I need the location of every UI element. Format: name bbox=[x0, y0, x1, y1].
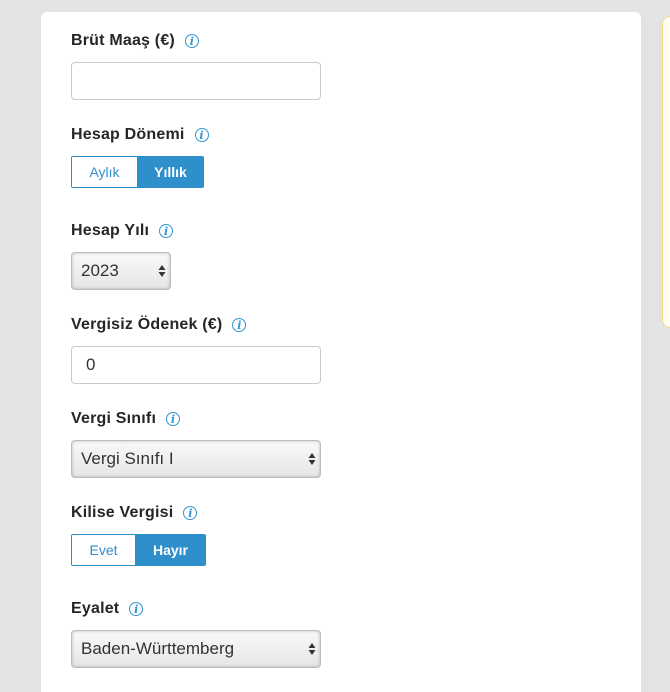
gross-salary-input[interactable] bbox=[71, 62, 321, 100]
info-icon[interactable]: i bbox=[159, 224, 174, 238]
info-icon[interactable]: i bbox=[129, 602, 144, 616]
info-icon[interactable]: i bbox=[232, 318, 247, 332]
tax-class-label: Vergi Sınıfı bbox=[71, 410, 157, 427]
church-tax-option-no[interactable]: Hayır bbox=[136, 534, 206, 566]
year-select-value: 2023 bbox=[81, 261, 119, 280]
gross-salary-label: Brüt Maaş (€) bbox=[71, 32, 175, 49]
info-icon[interactable]: i bbox=[194, 128, 209, 142]
tax-class-label-row: Vergi Sınıfı i bbox=[71, 410, 181, 428]
period-option-yearly[interactable]: Yıllık bbox=[138, 156, 204, 188]
allowance-label-row: Vergisiz Ödenek (€) i bbox=[71, 316, 247, 334]
sort-arrows-icon bbox=[308, 453, 316, 465]
year-select[interactable]: 2023 bbox=[71, 252, 171, 290]
church-tax-label-row: Kilise Vergisi i bbox=[71, 504, 198, 522]
info-icon[interactable]: i bbox=[166, 412, 181, 426]
church-tax-label: Kilise Vergisi bbox=[71, 504, 174, 521]
year-label-row: Hesap Yılı i bbox=[71, 222, 174, 240]
state-label-row: Eyalet i bbox=[71, 600, 144, 618]
tax-class-select[interactable]: Vergi Sınıfı I bbox=[71, 440, 321, 478]
church-tax-toggle: Evet Hayır bbox=[71, 534, 206, 566]
state-label: Eyalet bbox=[71, 600, 120, 617]
year-label: Hesap Yılı bbox=[71, 222, 150, 239]
sort-arrows-icon bbox=[308, 643, 316, 655]
tax-class-select-value: Vergi Sınıfı I bbox=[81, 449, 174, 468]
info-icon[interactable]: i bbox=[184, 34, 199, 48]
allowance-label: Vergisiz Ödenek (€) bbox=[71, 316, 223, 333]
church-tax-option-yes[interactable]: Evet bbox=[71, 534, 136, 566]
info-icon[interactable]: i bbox=[183, 506, 198, 520]
sort-arrows-icon bbox=[158, 265, 166, 277]
period-label-row: Hesap Dönemi i bbox=[71, 126, 209, 144]
gross-salary-label-row: Brüt Maaş (€) i bbox=[71, 32, 199, 50]
state-select-value: Baden-Württemberg bbox=[81, 639, 235, 658]
state-select[interactable]: Baden-Württemberg bbox=[71, 630, 321, 668]
period-label: Hesap Dönemi bbox=[71, 126, 185, 143]
allowance-input[interactable] bbox=[71, 346, 321, 384]
period-toggle: Aylık Yıllık bbox=[71, 156, 204, 188]
period-option-monthly[interactable]: Aylık bbox=[71, 156, 138, 188]
side-info-panel bbox=[662, 16, 670, 328]
